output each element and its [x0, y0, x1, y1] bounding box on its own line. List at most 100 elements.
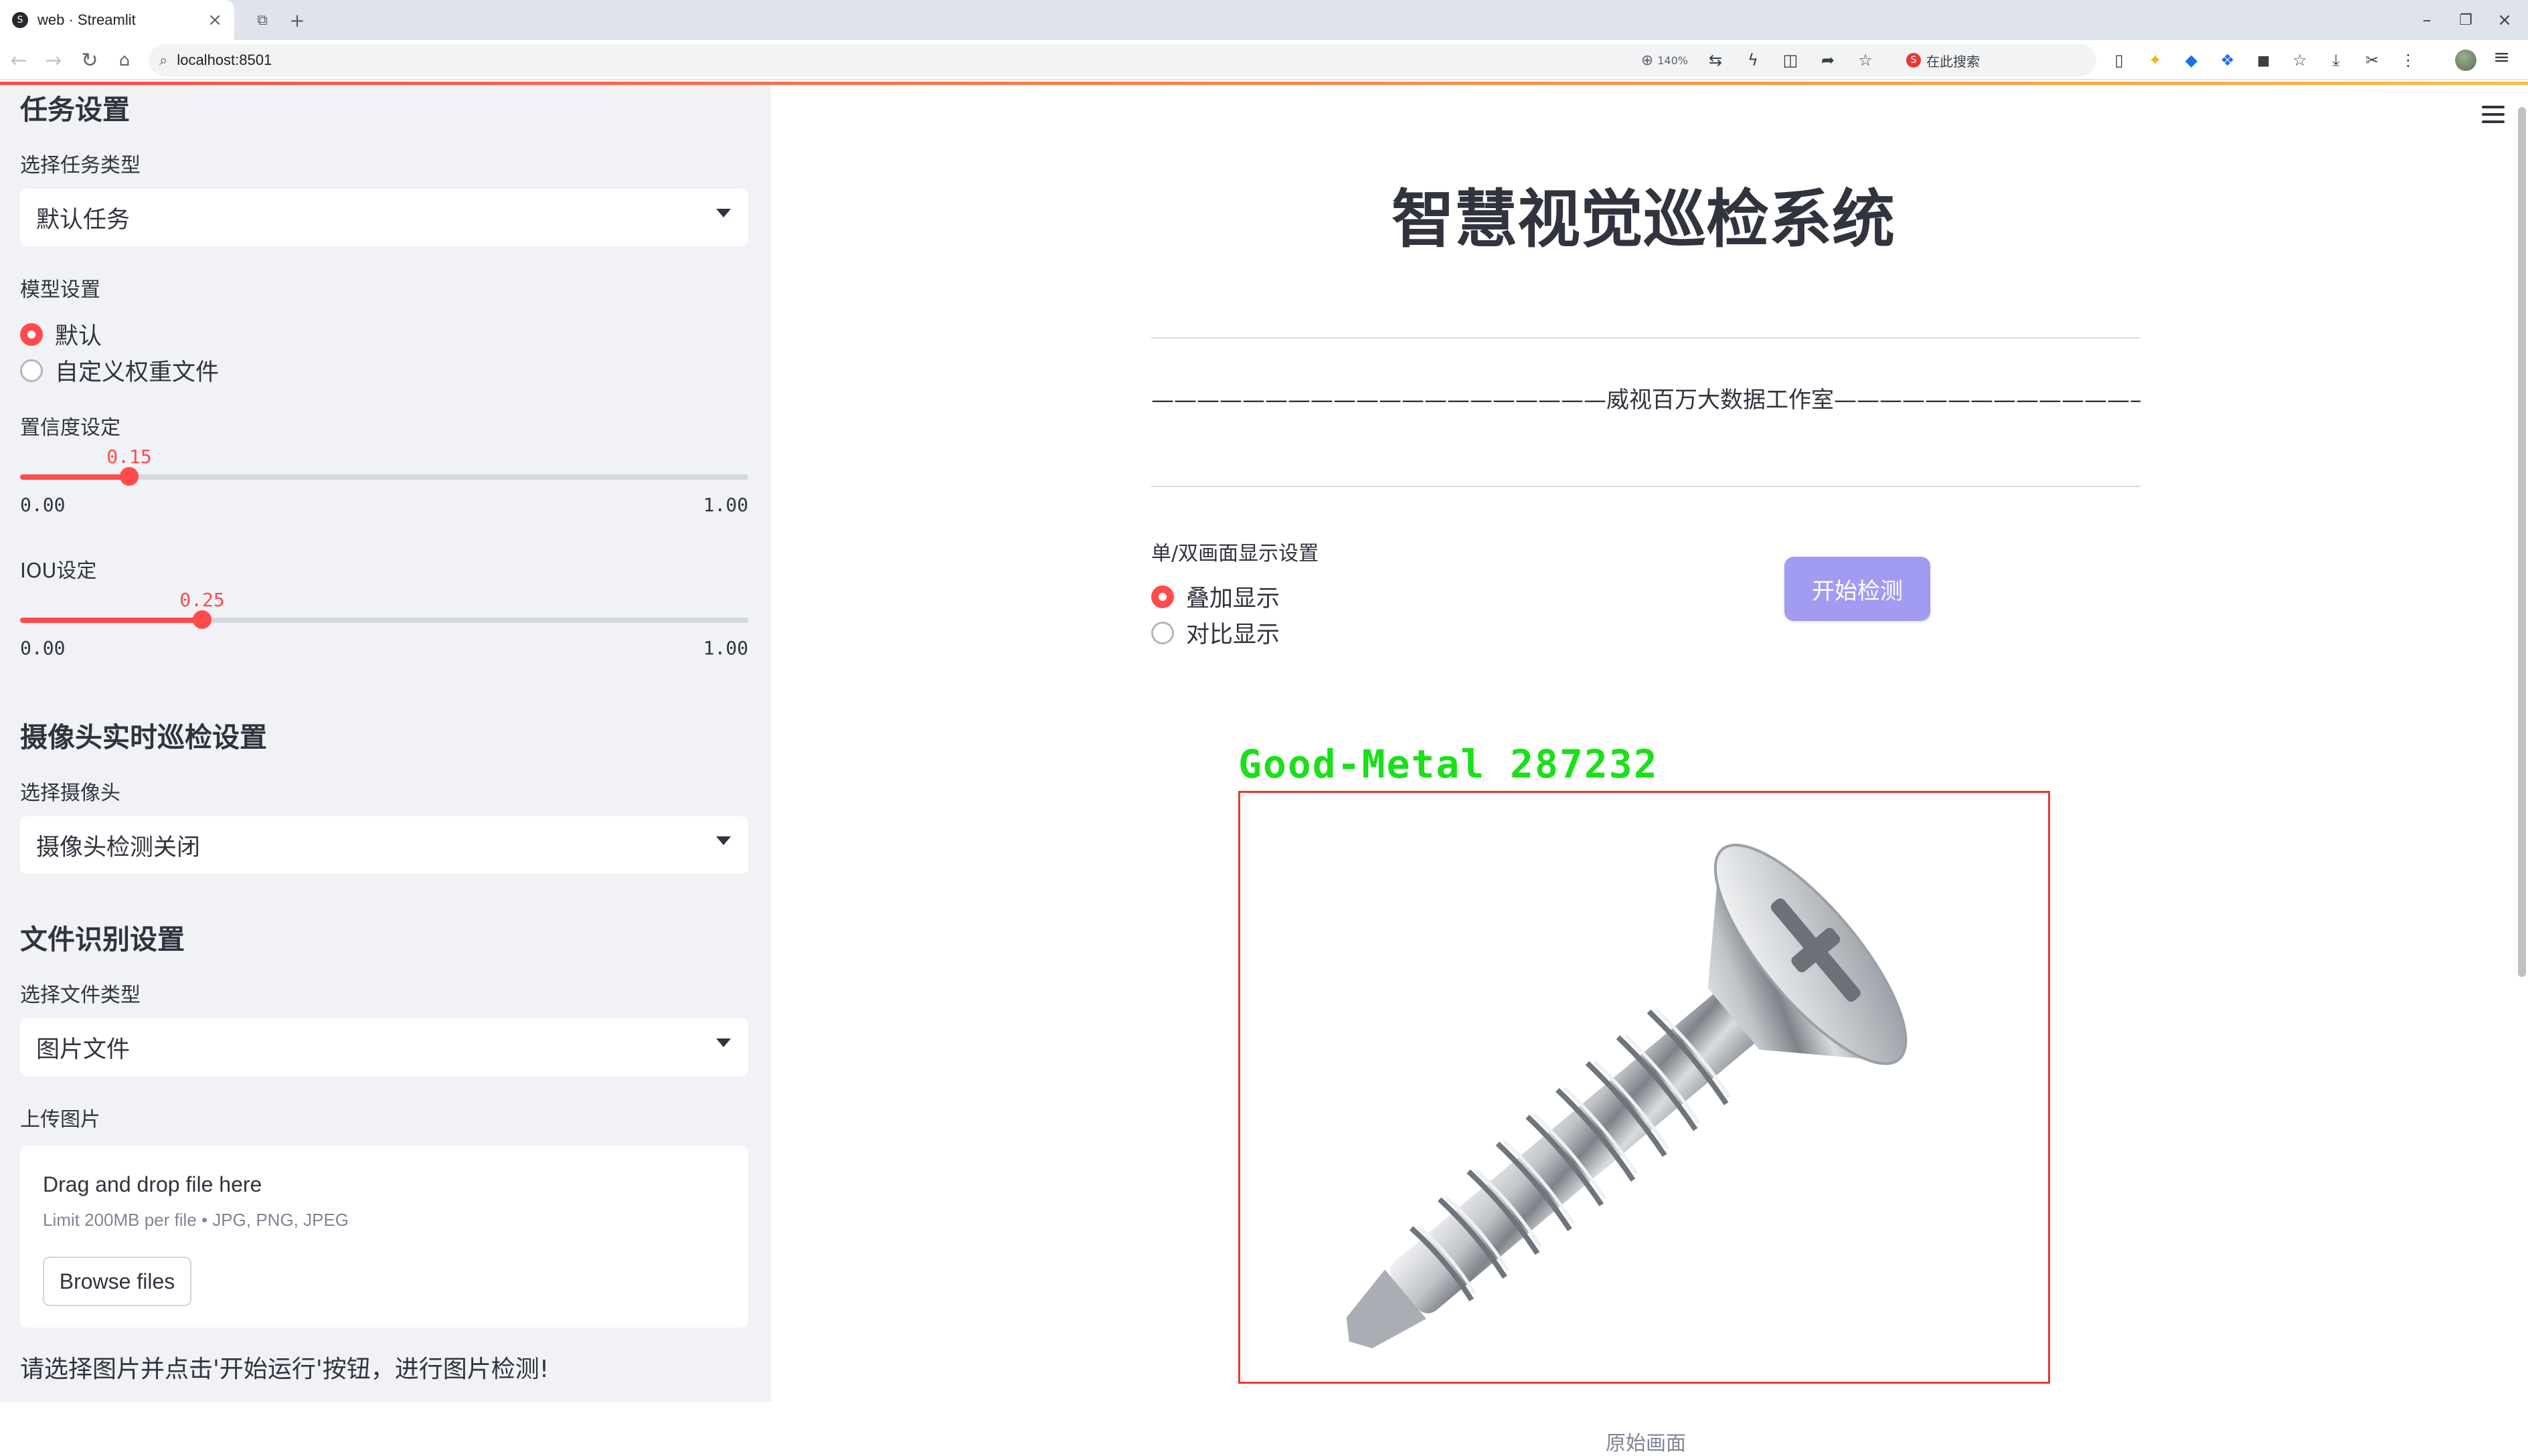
slider-max: 1.00 — [703, 494, 748, 516]
close-tab-icon[interactable]: × — [207, 10, 222, 30]
tab-search-icon[interactable]: ⧉ — [249, 7, 276, 33]
file-type-value: 图片文件 — [36, 1036, 131, 1063]
browse-files-button[interactable]: Browse files — [43, 1257, 191, 1306]
slider-thumb[interactable] — [120, 467, 139, 486]
favorites-icon[interactable]: ☆ — [2289, 50, 2310, 71]
extensions-toolbar: ▯ ✦ ◆ ❖ ◼ ☆ ⤓ ✂ ⋮ — [2108, 47, 2419, 74]
translate-icon[interactable]: ⇆ — [1705, 51, 1725, 70]
camera-settings-heading: 摄像头实时巡检设置 — [20, 721, 267, 753]
streamlit-favicon-icon: S — [12, 12, 28, 28]
slider-fill — [20, 474, 129, 480]
display-mode-label: 单/双画面显示设置 — [1151, 542, 1319, 565]
url-text: localhost:8501 — [177, 52, 272, 68]
model-option-label: 默认 — [55, 323, 102, 350]
slider-min: 0.00 — [20, 494, 66, 516]
camera-select-label: 选择摄像头 — [20, 782, 120, 805]
more-tools-icon[interactable]: ⋮ — [2397, 50, 2419, 71]
file-settings-heading: 文件识别设置 — [20, 923, 185, 955]
browser-tab[interactable]: S web · Streamlit × — [0, 0, 234, 40]
task-type-select[interactable]: 默认任务 — [20, 189, 748, 246]
task-settings-heading: 任务设置 — [20, 94, 130, 126]
camera-select[interactable]: 摄像头检测关闭 — [20, 816, 748, 874]
radio-selected-icon — [1151, 585, 1174, 608]
task-type-label: 选择任务类型 — [20, 154, 141, 177]
profile-avatar[interactable] — [2455, 50, 2476, 71]
url-field[interactable]: ⌕ localhost:8501 ⊕ 140% ⇆ ϟ ◫ ➦ ☆ — [149, 44, 2096, 76]
chevron-down-icon — [716, 1038, 731, 1047]
streamlit-app: 任务设置 选择任务类型 默认任务 模型设置 默认 自定义权重文件 置信度设定 0… — [0, 82, 2528, 1455]
search-placeholder: 在此搜索 — [1926, 53, 1980, 70]
slider-value: 0.15 — [106, 446, 152, 468]
upload-label: 上传图片 — [20, 1108, 100, 1131]
bookmark-star-icon[interactable]: ☆ — [1855, 51, 1875, 70]
iou-label: IOU设定 — [20, 559, 97, 583]
slider-max: 1.00 — [703, 637, 748, 659]
extension-translate-icon[interactable]: ❖ — [2217, 50, 2238, 71]
dropzone-title: Drag and drop file here — [43, 1172, 262, 1196]
extension-blue-icon[interactable]: ◆ — [2181, 50, 2202, 71]
detection-label: Good-Metal 287232 — [1238, 741, 1659, 787]
zoom-indicator[interactable]: ⊕ 140% — [1641, 52, 1688, 69]
sidebar: 任务设置 选择任务类型 默认任务 模型设置 默认 自定义权重文件 置信度设定 0… — [0, 82, 771, 1402]
download-icon[interactable]: ⤓ — [2325, 50, 2347, 71]
camera-value: 摄像头检测关闭 — [36, 834, 201, 861]
screenshot-icon[interactable]: ◫ — [1780, 51, 1800, 70]
main-scrollbar[interactable] — [2518, 107, 2526, 977]
detection-bounding-box — [1238, 791, 2050, 1384]
search-engine-box[interactable]: S 在此搜索 — [1901, 46, 2095, 75]
reload-icon[interactable]: ↻ — [76, 47, 103, 74]
slider-thumb[interactable] — [193, 610, 212, 629]
slider-min: 0.00 — [20, 637, 66, 659]
browser-menu-icon[interactable]: ≡ — [2493, 46, 2510, 69]
slider-fill — [20, 618, 202, 623]
studio-banner: ————————————————————威视百万大数据工作室——————————… — [1151, 387, 2140, 414]
back-icon[interactable]: ← — [5, 47, 32, 74]
minimize-icon[interactable]: – — [2407, 5, 2447, 35]
extension-dark-icon[interactable]: ◼ — [2253, 50, 2274, 71]
extension-colorful-icon[interactable]: ✦ — [2144, 50, 2166, 71]
model-option-label: 自定义权重文件 — [55, 359, 220, 386]
model-option-custom[interactable]: 自定义权重文件 — [20, 353, 219, 387]
header-decoration — [0, 82, 2528, 85]
tab-title: web · Streamlit — [37, 11, 136, 28]
share-icon[interactable]: ➦ — [1818, 51, 1838, 70]
address-bar: ← → ↻ ⌂ ⌕ localhost:8501 ⊕ 140% ⇆ ϟ ◫ ➦ … — [0, 40, 2528, 80]
browser-tab-bar: S web · Streamlit × ⧉ + – ❐ × — [0, 0, 2528, 40]
task-type-value: 默认任务 — [36, 206, 131, 234]
main-menu-icon[interactable] — [2482, 106, 2505, 123]
confidence-slider[interactable]: 0.15 0.00 1.00 — [20, 446, 748, 516]
forward-icon[interactable]: → — [40, 47, 67, 74]
iou-slider[interactable]: 0.25 0.00 1.00 — [20, 589, 748, 659]
zoom-icon: ⊕ — [1640, 52, 1654, 69]
lightning-icon[interactable]: ϟ — [1743, 51, 1763, 70]
file-type-select[interactable]: 图片文件 — [20, 1018, 748, 1076]
display-option-label: 叠加显示 — [1186, 585, 1280, 612]
display-option-label: 对比显示 — [1186, 622, 1280, 648]
page-info-icon[interactable]: ⌕ — [159, 52, 167, 69]
zoom-level: 140% — [1657, 54, 1688, 67]
reading-mode-icon[interactable]: ▯ — [2108, 50, 2130, 71]
chevron-down-icon — [716, 836, 731, 845]
display-option-compare[interactable]: 对比显示 — [1151, 616, 1280, 650]
radio-selected-icon — [20, 323, 43, 346]
sidebar-hint: 请选择图片并点击'开始运行'按钮，进行图片检测! — [20, 1356, 550, 1383]
dropzone-limit: Limit 200MB per file • JPG, PNG, JPEG — [43, 1210, 349, 1230]
search-engine-icon: S — [1906, 53, 1921, 68]
chevron-down-icon — [716, 209, 731, 217]
image-caption: 原始画面 — [1606, 1432, 1686, 1455]
restore-icon[interactable]: ❐ — [2446, 5, 2486, 35]
scissors-icon[interactable]: ✂ — [2361, 50, 2383, 71]
divider-bottom — [1151, 486, 2140, 487]
confidence-label: 置信度设定 — [20, 416, 120, 440]
new-tab-icon[interactable]: + — [284, 7, 311, 33]
display-option-overlay[interactable]: 叠加显示 — [1151, 579, 1280, 614]
start-detection-button[interactable]: 开始检测 — [1784, 557, 1930, 621]
file-uploader-dropzone[interactable]: Drag and drop file here Limit 200MB per … — [20, 1146, 748, 1328]
radio-unselected-icon — [20, 359, 43, 382]
home-icon[interactable]: ⌂ — [111, 47, 138, 74]
slider-value: 0.25 — [179, 589, 225, 611]
page-title: 智慧视觉巡检系统 — [1391, 183, 1895, 256]
model-option-default[interactable]: 默认 — [20, 317, 102, 351]
file-type-label: 选择文件类型 — [20, 984, 141, 1007]
window-close-icon[interactable]: × — [2484, 5, 2525, 35]
